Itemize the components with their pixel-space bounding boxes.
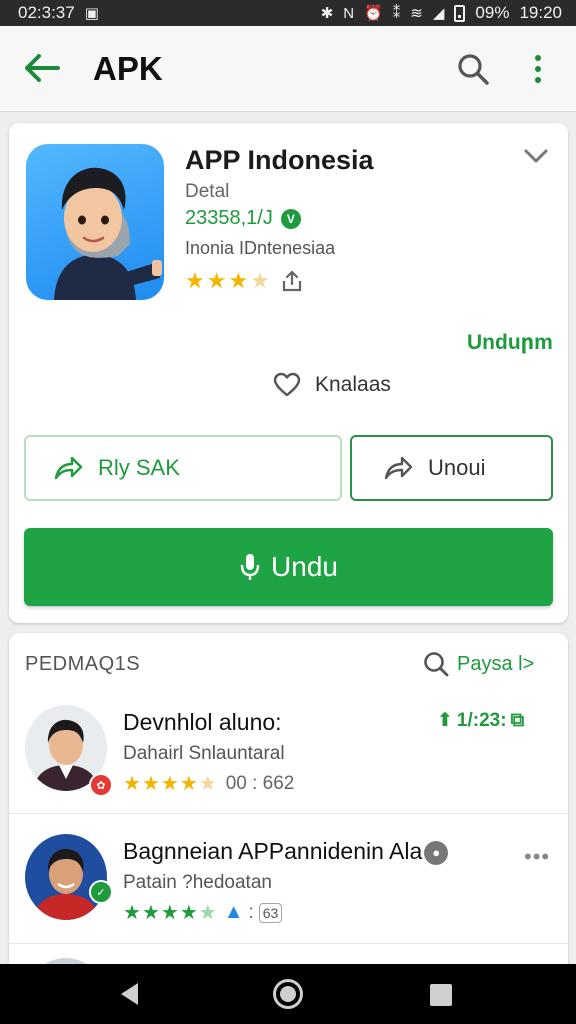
nav-home-icon[interactable] — [273, 979, 303, 1009]
star-icon: ★ — [123, 902, 141, 924]
avatar — [25, 834, 107, 920]
star-icon: ★ — [141, 773, 160, 795]
shirt-icon: ⬆ — [437, 710, 453, 731]
app-size-value: 23358,1/J — [185, 207, 273, 229]
nfc-icon: N — [343, 4, 355, 22]
forward-button[interactable]: Unoui — [350, 435, 553, 501]
status-time-right: 19:20 — [519, 3, 562, 22]
share-arrow-icon — [54, 456, 83, 480]
heart-icon — [273, 372, 301, 397]
app-developer: Inonia IDntenesiaa — [185, 238, 336, 258]
app-size: 23358,1/J V — [185, 207, 301, 230]
star-icon: ★ — [160, 773, 179, 795]
status-time-left: 02:3:37 — [18, 3, 75, 22]
share-icon[interactable] — [280, 269, 304, 293]
star-icon: ★ — [179, 773, 198, 795]
star-half-icon: ★ — [228, 268, 249, 293]
star-icon: ★ — [198, 773, 217, 795]
more-horiz-icon[interactable]: ••• — [524, 844, 550, 870]
download-button[interactable]: Undu — [24, 528, 553, 606]
download-button-label: Undu — [271, 551, 338, 582]
page-title: APK — [93, 50, 163, 87]
list-item-chip: 63 — [258, 902, 283, 923]
star-icon: ★ — [185, 268, 205, 293]
share-apk-button[interactable]: Rly SAK — [24, 435, 342, 501]
gallery-notification-icon: ▣ — [84, 4, 99, 22]
list-item[interactable]: ✓ Bagnneian APPannidenin Ala ● ••• Patain… — [9, 813, 568, 941]
app-rating: ★ ★ ★ ★ — [185, 268, 304, 294]
related-apps-card: PEDMAQ1S Paysa l> ✿ Devnhlol aluno: Daha… — [9, 633, 568, 973]
app-title: APP Indonesia — [185, 145, 374, 175]
list-item-rating: ★ ★ ★ ★ ★ 00 : 662 — [123, 771, 294, 796]
chevron-down-icon[interactable] — [523, 148, 549, 164]
app-bar: APK — [0, 26, 576, 112]
list-item-title: Devnhlol aluno: — [123, 709, 282, 735]
search-icon — [424, 652, 449, 677]
star-icon: ★ — [250, 268, 270, 293]
list-item-price[interactable]: ⬆ 1/:23: ⧉ — [437, 709, 524, 732]
thumb-icon: ▲ — [223, 901, 244, 923]
list-item[interactable]: ✿ Devnhlol aluno: Dahairl Snlauntaral ★ … — [9, 685, 568, 813]
nav-recents-icon[interactable] — [430, 984, 452, 1006]
app-icon — [26, 144, 164, 300]
star-icon: ★ — [160, 902, 179, 924]
list-item-subtitle: Dahairl Snlauntaral — [123, 743, 285, 764]
vibrate-icon: ⁑ — [392, 4, 401, 22]
see-all-label: Paysa l> — [457, 652, 535, 675]
download-link[interactable]: Unduրm — [467, 330, 553, 355]
search-icon[interactable] — [456, 52, 490, 86]
section-title: PEDMAQ1S — [25, 653, 141, 675]
app-detail-label: Detal — [185, 181, 230, 202]
favorite-toggle[interactable]: Knalaas — [273, 372, 391, 398]
battery-percent: 09% — [475, 3, 510, 22]
battery-icon — [454, 4, 466, 22]
list-item-price-value: 1/:23: — [456, 709, 507, 731]
favorite-label: Knalaas — [315, 373, 391, 396]
see-all-link[interactable]: Paysa l> — [423, 651, 534, 677]
forward-arrow-icon — [384, 456, 413, 480]
list-item-subtitle: Patain ?hedoatan — [123, 872, 272, 893]
system-nav-bar — [0, 964, 576, 1024]
star-icon: ★ — [179, 902, 198, 924]
alarm-icon: ⏰ — [364, 4, 383, 22]
back-arrow-icon[interactable] — [22, 53, 60, 83]
share-apk-label: Rly SAK — [98, 455, 180, 480]
list-item-count: : — [248, 901, 254, 923]
signal-icon: ◢ — [432, 4, 445, 22]
info-icon: ● — [424, 840, 449, 865]
more-vert-icon[interactable] — [526, 52, 550, 86]
star-half-icon: ★ — [198, 902, 217, 924]
verified-icon: V — [280, 208, 301, 229]
status-bar: 02:3:37 ▣ ✱ N ⏰ ⁑ ≋ ◢ 09% 19:20 — [0, 0, 576, 26]
avatar-badge-icon: ✿ — [89, 773, 113, 797]
bluetooth-icon: ✱ — [320, 4, 334, 22]
forward-label: Unoui — [428, 455, 486, 480]
open-icon: ⧉ — [510, 709, 525, 731]
list-item-title-text: Bagnneian APPannidenin Ala — [123, 838, 423, 864]
wifi-icon: ≋ — [410, 4, 423, 22]
avatar-badge-icon: ✓ — [89, 880, 113, 904]
microphone-icon — [240, 554, 260, 580]
star-icon: ★ — [141, 902, 160, 924]
list-item-title: Bagnneian APPannidenin Ala ● — [123, 838, 449, 865]
star-icon: ★ — [123, 773, 141, 795]
app-detail-card: APP Indonesia Detal 23358,1/J V Inonia I… — [9, 123, 568, 623]
nav-back-icon[interactable] — [118, 981, 142, 1007]
list-item-count: 00 : 662 — [225, 772, 295, 794]
star-icon: ★ — [206, 268, 227, 293]
list-item-rating: ★ ★ ★ ★ ★ ▲ : 63 — [123, 900, 283, 925]
